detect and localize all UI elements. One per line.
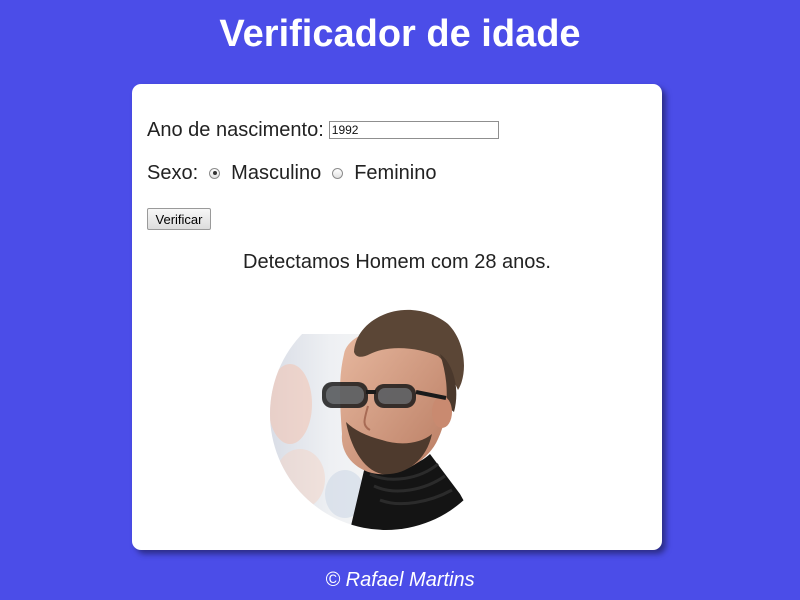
radio-feminino-label[interactable]: Feminino: [354, 162, 436, 185]
sex-label: Sexo:: [147, 161, 199, 184]
radio-feminino[interactable]: [332, 167, 344, 179]
verify-button[interactable]: Verificar: [147, 208, 211, 230]
sex-row: Sexo: Masculino Feminino: [147, 161, 436, 185]
birth-year-row: Ano de nascimento:: [147, 118, 499, 142]
page-title: Verificador de idade: [219, 13, 581, 55]
footer-credit: © Rafael Martins: [325, 569, 475, 591]
radio-masculino[interactable]: [209, 167, 221, 179]
man-portrait-photo: [270, 298, 502, 530]
radio-masculino-label[interactable]: Masculino: [231, 162, 321, 185]
verifier-card: Ano de nascimento: Sexo: Masculino Femin…: [132, 84, 662, 550]
birth-year-label: Ano de nascimento:: [147, 118, 324, 141]
result-text: Detectamos Homem com 28 anos.: [243, 251, 551, 273]
birth-year-input[interactable]: [328, 121, 499, 139]
